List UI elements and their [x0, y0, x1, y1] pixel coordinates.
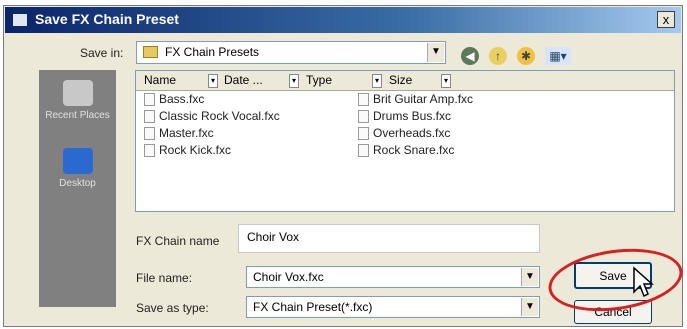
sort-arrow-icon[interactable]: ▾: [208, 74, 218, 88]
sort-arrow-icon[interactable]: ▾: [441, 74, 451, 88]
place-desktop[interactable]: Desktop: [39, 148, 116, 189]
file-icon: [358, 93, 369, 107]
file-icon: [144, 110, 155, 124]
column-size[interactable]: Size: [389, 73, 412, 87]
place-label: Desktop: [59, 178, 96, 189]
column-type[interactable]: Type: [306, 73, 332, 87]
close-button[interactable]: x: [657, 11, 675, 28]
column-name[interactable]: Name: [144, 73, 176, 87]
save-as-type-value: FX Chain Preset(*.fxc): [253, 300, 373, 314]
list-item[interactable]: Brit Guitar Amp.fxc: [358, 92, 474, 107]
chevron-down-icon[interactable]: ▼: [521, 268, 538, 286]
places-bar: Recent Places Desktop: [39, 70, 116, 307]
place-label: Recent Places: [45, 110, 110, 121]
save-in-label: Save in:: [80, 46, 124, 60]
file-icon: [358, 127, 369, 141]
list-item[interactable]: Rock Kick.fxc: [144, 143, 232, 158]
chevron-down-icon[interactable]: ▼: [427, 43, 444, 62]
up-folder-icon[interactable]: ↑: [489, 47, 507, 65]
save-as-type-label: Save as type:: [136, 301, 209, 315]
fx-chain-name-field[interactable]: Choir Vox: [238, 224, 540, 253]
column-date[interactable]: Date ...: [224, 73, 263, 87]
list-item[interactable]: Master.fxc: [144, 126, 214, 141]
save-as-type-dropdown[interactable]: FX Chain Preset(*.fxc) ▼: [246, 296, 540, 318]
save-in-dropdown[interactable]: FX Chain Presets ▼: [136, 41, 446, 64]
file-name-label: File name:: [136, 271, 193, 285]
list-item[interactable]: Bass.fxc: [144, 92, 205, 107]
fx-chain-name-value: Choir Vox: [247, 230, 300, 244]
title-bar[interactable]: Save FX Chain Preset x: [5, 7, 681, 33]
file-icon: [144, 127, 155, 141]
recent-places-icon: [62, 80, 93, 106]
list-item[interactable]: Classic Rock Vocal.fxc: [144, 109, 280, 124]
dialog-title: Save FX Chain Preset: [35, 11, 179, 27]
file-name: Classic Rock Vocal.fxc: [159, 109, 280, 123]
fx-chain-name-label: FX Chain name: [136, 234, 220, 248]
place-recent-places[interactable]: Recent Places: [39, 80, 116, 121]
back-icon[interactable]: ◀: [461, 47, 479, 65]
desktop-icon: [62, 148, 93, 174]
chevron-down-icon[interactable]: ▼: [521, 298, 538, 316]
file-name: Master.fxc: [159, 126, 214, 140]
file-icon: [358, 144, 369, 158]
file-list[interactable]: Name ▾ Date ... ▾ Type ▾ Size ▾ Bass.fxc…: [135, 70, 675, 212]
file-name: Bass.fxc: [159, 92, 205, 106]
view-menu-icon[interactable]: ▦▾: [545, 47, 571, 65]
sort-arrow-icon[interactable]: ▾: [372, 74, 382, 88]
file-icon: [144, 144, 155, 158]
list-item[interactable]: Overheads.fxc: [358, 126, 451, 141]
file-name-field[interactable]: Choir Vox.fxc ▼: [246, 266, 540, 288]
list-item[interactable]: Rock Snare.fxc: [358, 143, 455, 158]
list-item[interactable]: Drums Bus.fxc: [358, 109, 452, 124]
file-name: Rock Kick.fxc: [159, 143, 232, 157]
file-name: Drums Bus.fxc: [373, 109, 452, 123]
pointer-cursor-icon: [633, 266, 654, 298]
save-in-value: FX Chain Presets: [165, 45, 260, 59]
file-icon: [144, 93, 155, 107]
file-name: Brit Guitar Amp.fxc: [373, 92, 474, 106]
column-header: Name ▾ Date ... ▾ Type ▾ Size ▾: [136, 71, 674, 91]
new-folder-icon[interactable]: ✱: [517, 47, 535, 65]
file-name-value: Choir Vox.fxc: [253, 270, 324, 284]
folder-icon: [143, 46, 158, 58]
file-name: Rock Snare.fxc: [373, 143, 455, 157]
app-icon: [12, 13, 28, 27]
file-icon: [358, 110, 369, 124]
file-name: Overheads.fxc: [373, 126, 451, 140]
sort-arrow-icon[interactable]: ▾: [289, 74, 299, 88]
